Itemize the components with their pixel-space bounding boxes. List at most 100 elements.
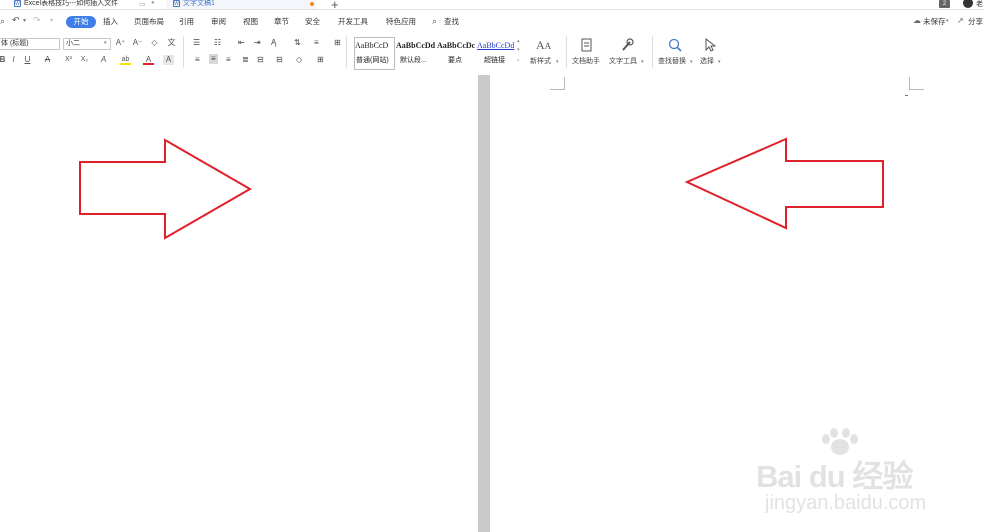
style-name[interactable]: 默认段... bbox=[400, 56, 427, 65]
left-arrow-annotation bbox=[684, 137, 884, 230]
text-effect-button[interactable]: A bbox=[98, 55, 109, 65]
chevron-down-icon[interactable]: ▾ bbox=[641, 59, 644, 65]
grow-font-button[interactable]: A⁺ bbox=[115, 38, 126, 48]
style-sample[interactable]: AaBbCcDd bbox=[477, 41, 514, 51]
new-style-icon[interactable]: AA bbox=[536, 38, 551, 53]
unsaved-status[interactable]: 未保存 bbox=[923, 16, 946, 27]
strikethrough-button[interactable]: A bbox=[42, 55, 53, 65]
superscript-button[interactable]: X² bbox=[63, 55, 74, 65]
select-button[interactable]: 选择 bbox=[700, 57, 714, 66]
baidu-jingyan-watermark: Bai du 经验 bbox=[756, 459, 913, 494]
right-arrow-annotation bbox=[79, 138, 253, 240]
phonetic-guide-button[interactable]: 文 bbox=[166, 38, 177, 48]
style-sample[interactable]: AaBbCcDc bbox=[437, 41, 475, 51]
divider bbox=[566, 36, 567, 68]
tab-bar bbox=[0, 0, 984, 10]
shrink-font-button[interactable]: A⁻ bbox=[132, 38, 143, 48]
style-name[interactable]: 要点 bbox=[448, 56, 462, 65]
chevron-down-icon[interactable]: ▾ bbox=[946, 18, 949, 24]
menu-tab-chapter[interactable]: 章节 bbox=[274, 16, 289, 27]
align-left-icon[interactable]: ≡ bbox=[195, 55, 200, 65]
italic-button[interactable]: I bbox=[8, 55, 19, 65]
justify-icon[interactable]: ≣ bbox=[242, 55, 249, 65]
subscript-button[interactable]: X₂ bbox=[79, 55, 90, 65]
wps-doc-icon: W bbox=[14, 0, 21, 7]
divider bbox=[346, 36, 347, 68]
font-color-button[interactable]: A bbox=[143, 55, 154, 65]
share-button[interactable]: 分享 bbox=[968, 16, 983, 27]
cursor-icon[interactable] bbox=[704, 38, 716, 52]
style-name[interactable]: 超链接 bbox=[484, 56, 505, 65]
text-tools-button[interactable]: 文字工具 bbox=[609, 57, 637, 66]
menu-tab-references[interactable]: 引用 bbox=[179, 16, 194, 27]
gallery-down-icon[interactable]: ▾ bbox=[517, 47, 520, 53]
style-name: 普通(网站) bbox=[356, 57, 389, 64]
page-count-badge[interactable]: 2 bbox=[939, 0, 950, 8]
bullets-icon[interactable]: ☰ bbox=[193, 38, 200, 48]
numbering-icon[interactable]: ☷ bbox=[214, 38, 221, 48]
chevron-down-icon[interactable]: ▾ bbox=[104, 40, 107, 46]
table-borders-icon[interactable]: ⊞ bbox=[334, 38, 341, 48]
clear-format-button[interactable]: ◇ bbox=[149, 38, 160, 48]
chevron-down-icon[interactable]: ▾ bbox=[23, 17, 26, 24]
unsaved-dot bbox=[310, 2, 314, 6]
font-family-select[interactable]: 体 (标题) bbox=[0, 38, 60, 50]
tab-document-1[interactable]: W 文字文稿1 bbox=[173, 0, 215, 9]
distributed-icon[interactable]: ⊟ bbox=[257, 55, 264, 65]
wrench-icon[interactable] bbox=[620, 38, 634, 52]
new-tab-button[interactable]: + bbox=[331, 0, 339, 12]
chat-icon[interactable]: ▭ bbox=[139, 0, 146, 8]
align-center-icon[interactable]: ≡ bbox=[209, 54, 218, 64]
line-spacing-icon[interactable]: ≡ bbox=[314, 38, 319, 48]
divider bbox=[652, 36, 653, 68]
menu-tab-view[interactable]: 视图 bbox=[243, 16, 258, 27]
style-sample[interactable]: AaBbCcDd bbox=[396, 41, 435, 51]
new-style-button[interactable]: 新样式 bbox=[530, 57, 551, 66]
menu-tab-insert[interactable]: 插入 bbox=[103, 16, 118, 27]
menu-tab-page-layout[interactable]: 页面布局 bbox=[134, 16, 164, 27]
underline-button[interactable]: U bbox=[22, 55, 33, 65]
menu-tab-review[interactable]: 审阅 bbox=[211, 16, 226, 27]
tab-label: Excel表格技巧---如何插入文件 bbox=[24, 0, 119, 7]
highlight-button[interactable]: ab bbox=[120, 55, 131, 65]
text-direction-icon[interactable]: Ą bbox=[271, 38, 276, 48]
chevron-down-icon[interactable]: ▾ bbox=[718, 59, 721, 65]
gallery-up-icon[interactable]: ▴ bbox=[517, 38, 520, 44]
redo-icon[interactable]: ↷ bbox=[33, 15, 41, 26]
char-shading-button[interactable]: A bbox=[163, 55, 174, 65]
divider bbox=[183, 36, 184, 68]
gallery-more-icon[interactable]: ▿ bbox=[517, 58, 520, 64]
columns-icon[interactable]: ⊟ bbox=[276, 55, 283, 65]
undo-icon[interactable]: ↶ bbox=[12, 15, 20, 26]
menu-search[interactable]: 查找 bbox=[444, 16, 459, 27]
bold-button[interactable]: B bbox=[0, 55, 8, 65]
shading-icon[interactable]: ◇ bbox=[296, 55, 302, 65]
sort-icon[interactable]: ⇅ bbox=[294, 38, 301, 48]
menu-tab-special[interactable]: 特色应用 bbox=[386, 16, 416, 27]
menu-tab-security[interactable]: 安全 bbox=[305, 16, 320, 27]
increase-indent-icon[interactable]: ⇥ bbox=[254, 38, 261, 48]
print-preview-icon[interactable]: ⌕ bbox=[0, 16, 5, 27]
style-sample: AaBbCcD bbox=[355, 41, 389, 50]
search-icon[interactable]: ⌕ bbox=[432, 16, 437, 27]
doc-assistant-icon[interactable] bbox=[581, 38, 593, 52]
magnifier-icon[interactable] bbox=[668, 38, 682, 52]
chevron-down-icon[interactable]: ▾ bbox=[690, 59, 693, 65]
cloud-icon: ☁ bbox=[913, 16, 921, 25]
tab-excel-tips[interactable]: W Excel表格技巧---如何插入文件 bbox=[14, 0, 118, 9]
close-tab-icon[interactable]: ● bbox=[151, 0, 155, 6]
menu-tab-developer[interactable]: 开发工具 bbox=[338, 16, 368, 27]
tab-label: 文字文稿1 bbox=[183, 0, 215, 7]
quick-access-chevron-icon[interactable]: ▿ bbox=[50, 17, 53, 24]
chevron-down-icon[interactable]: ▾ bbox=[556, 59, 559, 65]
borders-icon[interactable]: ⊞ bbox=[317, 55, 324, 65]
annotation-layer bbox=[79, 137, 884, 240]
doc-assistant-button[interactable]: 文档助手 bbox=[572, 57, 600, 66]
decrease-indent-icon[interactable]: ⇤ bbox=[238, 38, 245, 48]
watermark-url: jingyan.baidu.com bbox=[765, 492, 927, 514]
share-icon: ↗ bbox=[957, 16, 964, 25]
wps-doc-icon: W bbox=[173, 0, 180, 7]
find-replace-button[interactable]: 查找替换 bbox=[658, 57, 686, 66]
align-right-icon[interactable]: ≡ bbox=[226, 55, 231, 65]
menu-tab-start[interactable]: 开始 bbox=[66, 16, 96, 28]
